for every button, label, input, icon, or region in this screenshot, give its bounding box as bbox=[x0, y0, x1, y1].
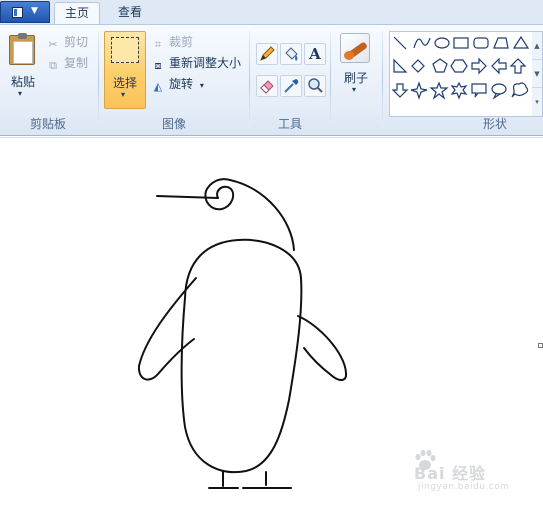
pentagon-shape-icon bbox=[432, 58, 448, 73]
scroll-down-arrow-icon[interactable]: ▼ bbox=[532, 60, 542, 88]
magnifier-icon bbox=[308, 78, 323, 93]
ribbon: 粘贴 ▾ ✂ 剪切 ⧉ 复制 剪贴板 选择 ▾ ⌗ 裁剪 ⧈ 重新调整大小 ◭ 旋转 ▾ … bbox=[0, 24, 543, 136]
group-divider bbox=[382, 31, 383, 129]
app-menu-icon bbox=[12, 7, 23, 18]
color-picker-icon bbox=[284, 79, 299, 93]
arrow-right-shape-icon bbox=[471, 57, 487, 75]
polygon-shape-icon bbox=[493, 37, 509, 49]
beak-line bbox=[156, 195, 219, 199]
copy-button[interactable]: ⧉ 复制 bbox=[46, 54, 88, 72]
arrow-up-shape-icon bbox=[509, 58, 527, 74]
crop-button[interactable]: ⌗ 裁剪 bbox=[151, 33, 193, 51]
brush-icon bbox=[340, 33, 370, 63]
left-flipper bbox=[137, 277, 197, 381]
triangle-shape-icon bbox=[512, 35, 530, 49]
watermark: Bai 经验 jingyan.baidu.com bbox=[412, 448, 522, 498]
text-icon: A bbox=[309, 45, 321, 63]
copy-icon: ⧉ bbox=[49, 59, 57, 72]
shapes-group-label: 形状 bbox=[482, 117, 507, 131]
cut-label: 剪切 bbox=[64, 35, 89, 49]
group-divider bbox=[98, 31, 99, 129]
drawing-canvas[interactable]: Bai 经验 jingyan.baidu.com bbox=[0, 137, 543, 515]
cloud-callout-shape-icon bbox=[511, 82, 529, 98]
group-divider bbox=[330, 31, 331, 129]
right-flipper bbox=[297, 315, 348, 381]
brushes-label: 刷子 bbox=[343, 71, 368, 85]
shapes-scrollbar[interactable]: ▲ ▼ ▾ bbox=[532, 31, 543, 117]
rounded-callout-shape-icon bbox=[471, 83, 487, 98]
line-shape-icon bbox=[393, 36, 407, 50]
magnifier-tool[interactable] bbox=[304, 75, 326, 97]
resize-label: 重新调整大小 bbox=[169, 56, 242, 70]
eye-spiral bbox=[204, 178, 235, 211]
fill-bucket-icon bbox=[285, 47, 298, 61]
chevron-down-icon: ▾ bbox=[199, 81, 204, 90]
shapes-gallery[interactable] bbox=[389, 31, 533, 117]
select-label: 选择 bbox=[112, 76, 137, 90]
oval-shape-icon bbox=[434, 37, 450, 49]
paste-button[interactable]: 粘贴 ▾ bbox=[4, 29, 40, 101]
rectangle-shape-icon bbox=[453, 37, 469, 49]
chevron-down-icon: ▾ bbox=[352, 85, 357, 94]
canvas-resize-handle[interactable] bbox=[538, 343, 543, 348]
text-tool[interactable]: A bbox=[304, 43, 326, 65]
select-button[interactable]: 选择 ▾ bbox=[104, 31, 146, 109]
oval-callout-shape-icon bbox=[491, 83, 507, 95]
oval-callout-tail-icon bbox=[492, 93, 501, 100]
group-divider bbox=[249, 31, 250, 129]
tab-home[interactable]: 主页 bbox=[54, 2, 100, 24]
fill-tool[interactable] bbox=[280, 43, 302, 65]
clipboard-icon bbox=[9, 33, 35, 65]
copy-label: 复制 bbox=[64, 56, 89, 70]
eraser-tool[interactable] bbox=[256, 75, 278, 97]
chevron-down-icon: ▾ bbox=[18, 89, 23, 98]
tab-view[interactable]: 查看 bbox=[108, 2, 152, 24]
color-picker-tool[interactable] bbox=[280, 75, 302, 97]
arrow-left-shape-icon bbox=[491, 57, 507, 75]
chevron-down-icon: ▼ bbox=[31, 6, 38, 16]
crop-label: 裁剪 bbox=[169, 35, 194, 49]
app-menu-button[interactable]: ▼ bbox=[0, 1, 50, 23]
gallery-expand-icon[interactable]: ▾ bbox=[532, 88, 542, 116]
curve-shape-icon bbox=[413, 37, 431, 49]
watermark-brand: Bai 经验 bbox=[414, 464, 487, 483]
image-group-label: 图像 bbox=[161, 117, 186, 131]
rounded-rectangle-shape-icon bbox=[473, 37, 489, 49]
star-six-shape-icon bbox=[450, 81, 468, 100]
watermark-url: jingyan.baidu.com bbox=[418, 482, 510, 492]
star-four-shape-icon bbox=[410, 81, 428, 100]
arrow-down-shape-icon bbox=[391, 83, 409, 98]
right-triangle-shape-icon bbox=[393, 58, 408, 73]
body-outline bbox=[180, 238, 303, 473]
hexagon-shape-icon bbox=[450, 59, 468, 73]
pencil-tool[interactable] bbox=[256, 43, 278, 65]
rotate-icon: ◭ bbox=[153, 80, 163, 93]
shapes-gallery-icons bbox=[391, 35, 530, 100]
brushes-button[interactable]: 刷子 ▾ bbox=[338, 31, 374, 101]
rotate-button[interactable]: ◭ 旋转 ▾ bbox=[151, 75, 204, 93]
tools-group-label: 工具 bbox=[277, 117, 302, 131]
clipboard-group-label: 剪贴板 bbox=[29, 117, 66, 131]
crop-icon: ⌗ bbox=[154, 38, 162, 51]
cut-button[interactable]: ✂ 剪切 bbox=[46, 33, 88, 51]
star-five-shape-icon bbox=[429, 81, 449, 100]
resize-button[interactable]: ⧈ 重新调整大小 bbox=[151, 54, 242, 72]
eraser-icon bbox=[260, 80, 274, 94]
selection-rectangle-icon bbox=[111, 37, 139, 63]
chevron-down-icon: ▾ bbox=[121, 90, 126, 99]
pencil-icon bbox=[260, 46, 275, 61]
ribbon-tab-strip: ▼ 主页 查看 bbox=[0, 0, 543, 24]
scissors-icon: ✂ bbox=[48, 38, 58, 51]
diamond-shape-icon bbox=[411, 59, 425, 73]
paste-label: 粘贴 bbox=[10, 75, 35, 89]
scroll-up-arrow-icon[interactable]: ▲ bbox=[532, 32, 542, 60]
resize-icon: ⧈ bbox=[154, 59, 162, 72]
rotate-label: 旋转 bbox=[169, 77, 194, 91]
